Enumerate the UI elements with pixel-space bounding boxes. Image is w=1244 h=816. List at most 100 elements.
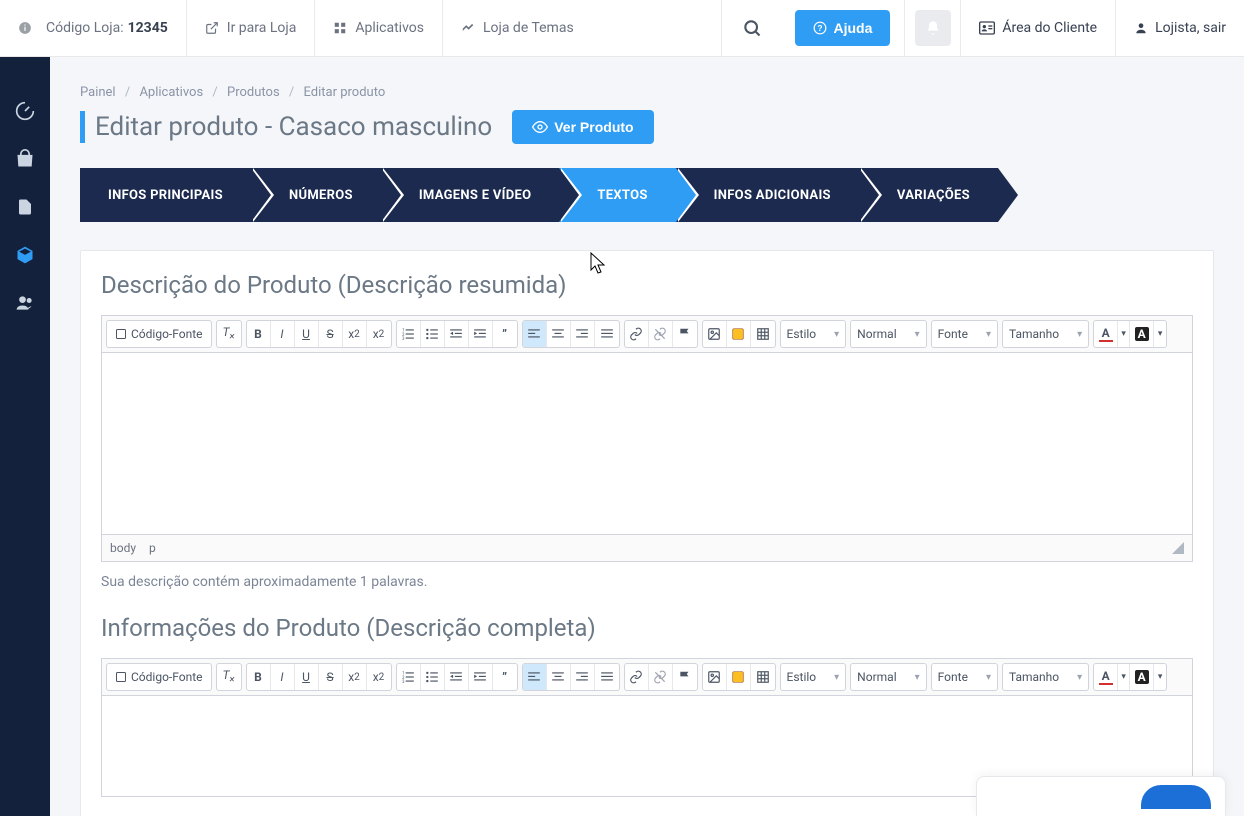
go-to-store-link[interactable]: Ir para Loja [187, 0, 316, 56]
align-left-icon [527, 670, 541, 684]
toolbar2-italic[interactable]: I [271, 664, 295, 690]
toolbar-quote[interactable]: ” [493, 321, 517, 347]
toolbar2-indent[interactable] [469, 664, 493, 690]
editor-body[interactable] [102, 353, 1192, 535]
toolbar-underline[interactable]: U [295, 321, 319, 347]
chat-widget[interactable] [976, 776, 1226, 816]
toolbar-italic[interactable]: I [271, 321, 295, 347]
toolbar-bold[interactable]: B [247, 321, 271, 347]
toolbar-unlink[interactable] [649, 321, 673, 347]
toolbar-bgcolor[interactable]: A [1130, 321, 1154, 347]
toolbar-outdent[interactable] [445, 321, 469, 347]
toolbar-source-button[interactable]: Código-Fonte [107, 321, 211, 347]
toolbar2-link[interactable] [625, 664, 649, 690]
toolbar2-align-center[interactable] [547, 664, 571, 690]
toolbar2-numlist[interactable]: 123 [397, 664, 421, 690]
step-imagens-video[interactable]: IMAGENS E VÍDEO [381, 168, 560, 222]
toolbar2-align-right[interactable] [571, 664, 595, 690]
toolbar-numlist[interactable]: 123 [397, 321, 421, 347]
toolbar2-format-select[interactable]: Normal▾ [850, 663, 926, 691]
toolbar2-anchor[interactable] [673, 664, 697, 690]
toolbar-indent[interactable] [469, 321, 493, 347]
toolbar-style-select[interactable]: Estilo▾ [780, 320, 847, 348]
toolbar-superscript[interactable]: x2 [367, 321, 391, 347]
toolbar2-subscript[interactable]: x2 [343, 664, 367, 690]
link-icon [629, 327, 643, 341]
step-infos-principais[interactable]: INFOS PRINCIPAIS [80, 168, 251, 222]
toolbar2-textcolor-caret[interactable]: ▾ [1118, 664, 1130, 690]
toolbar2-bgcolor[interactable]: A [1130, 664, 1154, 690]
toolbar2-table[interactable] [751, 664, 775, 690]
search-button[interactable] [721, 0, 781, 56]
toolbar-remove-format[interactable]: T× [217, 321, 241, 347]
toolbar2-strike[interactable]: S [319, 664, 343, 690]
toolbar2-bullist[interactable] [421, 664, 445, 690]
toolbar2-remove-format[interactable]: T× [217, 664, 241, 690]
toolbar2-style-select[interactable]: Estilo▾ [780, 663, 847, 691]
toolbar2-unlink[interactable] [649, 664, 673, 690]
sidebar-box[interactable] [0, 233, 50, 277]
step-infos-adicionais[interactable]: INFOS ADICIONAIS [676, 168, 859, 222]
table-icon [756, 327, 770, 341]
sidebar-dashboard[interactable] [0, 89, 50, 133]
client-area-label: Área do Cliente [1002, 20, 1097, 36]
notifications-button[interactable] [904, 0, 960, 56]
align-center-icon [551, 327, 565, 341]
toolbar2-textcolor[interactable]: A [1094, 664, 1118, 690]
toolbar-subscript[interactable]: x2 [343, 321, 367, 347]
toolbar2-align-left[interactable] [523, 664, 547, 690]
sidebar-file[interactable] [0, 185, 50, 229]
toolbar-align-right[interactable] [571, 321, 595, 347]
main-content: Painel / Aplicativos / Produtos / Editar… [50, 57, 1244, 816]
toolbar2-font-select[interactable]: Fonte▾ [931, 663, 998, 691]
resize-handle[interactable] [1172, 542, 1184, 554]
info-icon [18, 21, 32, 35]
toolbar2-size-select[interactable]: Tamanho▾ [1002, 663, 1089, 691]
breadcrumb-apps[interactable]: Aplicativos [139, 85, 203, 100]
apps-link[interactable]: Aplicativos [315, 0, 443, 56]
help-button[interactable]: ? Ajuda [795, 10, 890, 46]
breadcrumb-painel[interactable]: Painel [80, 85, 116, 100]
toolbar-link[interactable] [625, 321, 649, 347]
toolbar-format-select[interactable]: Normal▾ [850, 320, 926, 348]
toolbar2-bgcolor-caret[interactable]: ▾ [1154, 664, 1166, 690]
toolbar2-source-button[interactable]: Código-Fonte [107, 664, 211, 690]
toolbar-bullist[interactable] [421, 321, 445, 347]
themes-link[interactable]: Loja de Temas [443, 0, 592, 56]
toolbar2-align-justify[interactable] [595, 664, 619, 690]
toolbar-textcolor[interactable]: A [1094, 321, 1118, 347]
toolbar-textcolor-caret[interactable]: ▾ [1118, 321, 1130, 347]
toolbar2-embed[interactable] [727, 664, 751, 690]
editor-path-p[interactable]: p [149, 541, 156, 555]
title-row: Editar produto - Casaco masculino Ver Pr… [80, 110, 1214, 144]
toolbar2-bold[interactable]: B [247, 664, 271, 690]
toolbar-table[interactable] [751, 321, 775, 347]
toolbar-align-center[interactable] [547, 321, 571, 347]
toolbar-embed[interactable] [727, 321, 751, 347]
toolbar-source-label: Código-Fonte [131, 327, 203, 341]
store-code-value: 12345 [128, 20, 168, 36]
toolbar-font-select[interactable]: Fonte▾ [931, 320, 998, 348]
toolbar-anchor[interactable] [673, 321, 697, 347]
toolbar2-underline[interactable]: U [295, 664, 319, 690]
sidebar-bag[interactable] [0, 137, 50, 181]
logout-link[interactable]: Lojista, sair [1115, 0, 1244, 56]
toolbar2-image[interactable] [703, 664, 727, 690]
toolbar-strike[interactable]: S [319, 321, 343, 347]
help-icon: ? [813, 21, 827, 35]
topbar-left: Código Loja: 12345 Ir para Loja Aplicati… [0, 0, 721, 56]
toolbar-align-left[interactable] [523, 321, 547, 347]
toolbar-align-justify[interactable] [595, 321, 619, 347]
client-area-link[interactable]: Área do Cliente [960, 0, 1115, 56]
view-product-button[interactable]: Ver Produto [512, 110, 653, 144]
sidebar-users[interactable] [0, 281, 50, 325]
toolbar2-outdent[interactable] [445, 664, 469, 690]
editor-path-body[interactable]: body [110, 541, 136, 555]
toolbar-size-select[interactable]: Tamanho▾ [1002, 320, 1089, 348]
breadcrumb-products[interactable]: Produtos [227, 85, 280, 100]
toolbar2-quote[interactable]: ” [493, 664, 517, 690]
toolbar-bgcolor-caret[interactable]: ▾ [1154, 321, 1166, 347]
toolbar2-superscript[interactable]: x2 [367, 664, 391, 690]
indent-icon [473, 670, 487, 684]
toolbar-image[interactable] [703, 321, 727, 347]
